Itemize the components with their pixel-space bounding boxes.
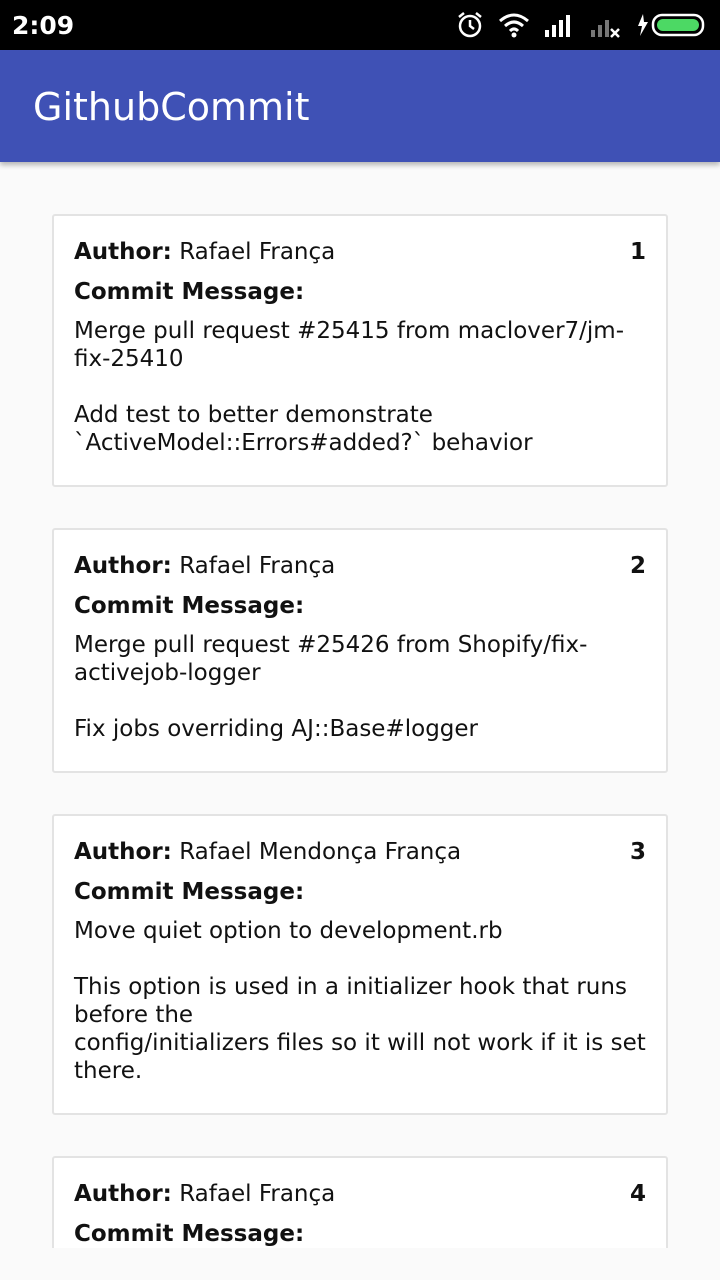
author-row: Author: Rafael França [74,238,646,270]
commit-index: 2 [629,553,646,579]
commit-message-label: Commit Message: [74,1221,305,1247]
author-label: Author: [74,553,172,579]
commit-index: 1 [629,239,646,265]
author-row: Author: Rafael França [74,1180,646,1212]
commit-message-label: Commit Message: [74,879,305,905]
commit-message: Merge pull request #25426 from Shopify/f… [74,632,588,742]
author-name: Rafael França [179,1181,336,1207]
status-bar: 2:09 [0,0,720,50]
author-row: Author: Rafael Mendonça França [74,838,646,870]
app-title: GithubCommit [33,85,310,129]
author-name: Rafael Mendonça França [179,839,462,865]
commit-list[interactable]: Author: Rafael França 1 Commit Message: … [0,162,720,1248]
author-label: Author: [74,839,172,865]
commit-message: Merge pull request #25415 from maclover7… [74,318,625,456]
commit-message-label: Commit Message: [74,279,305,305]
author-label: Author: [74,1181,172,1207]
commit-card[interactable]: Author: Rafael França 1 Commit Message: … [52,214,668,487]
author-name: Rafael França [179,553,336,579]
author-name: Rafael França [179,239,336,265]
commit-index: 3 [629,839,646,865]
battery-charging-icon [638,13,705,37]
author-label: Author: [74,239,172,265]
commit-card[interactable]: Author: Rafael França 2 Commit Message: … [52,528,668,773]
commit-message-label: Commit Message: [74,593,305,619]
commit-card[interactable]: Author: Rafael França 4 Commit Message: [52,1156,668,1248]
status-time: 2:09 [12,11,75,40]
signal-no-sim-icon [591,20,620,38]
author-row: Author: Rafael França [74,552,646,584]
status-icons [456,10,708,40]
commit-index: 4 [629,1181,646,1207]
signal-icon [545,15,570,37]
commit-card[interactable]: Author: Rafael Mendonça França 3 Commit … [52,814,668,1115]
alarm-icon [458,12,482,38]
wifi-icon [499,13,529,38]
app-bar: GithubCommit [0,50,720,162]
commit-message: Move quiet option to development.rb This… [74,918,646,1084]
